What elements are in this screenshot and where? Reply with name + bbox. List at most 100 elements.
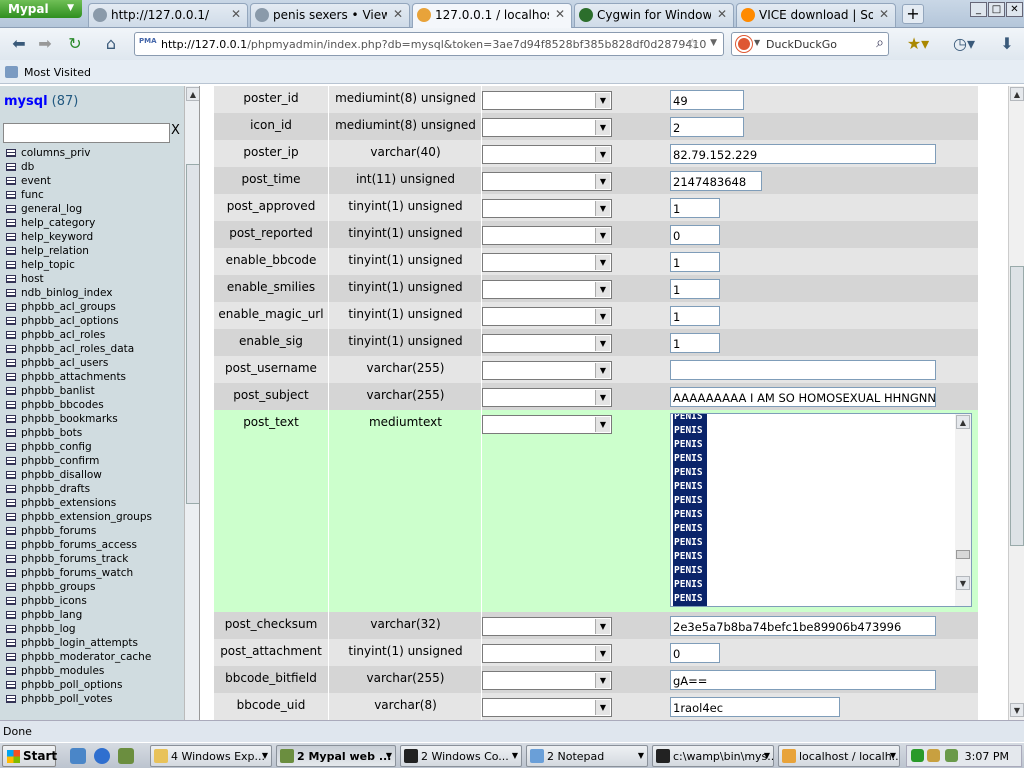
- table-icon[interactable]: [6, 401, 16, 409]
- table-filter-input[interactable]: [3, 123, 170, 143]
- textarea-scrollbar[interactable]: ▲ ▼: [955, 414, 971, 606]
- table-name[interactable]: phpbb_acl_roles_data: [21, 343, 134, 355]
- main-scroll-down-icon[interactable]: ▼: [1010, 703, 1024, 717]
- table-name[interactable]: phpbb_acl_roles: [21, 329, 105, 341]
- table-icon[interactable]: [6, 387, 16, 395]
- table-name[interactable]: phpbb_log: [21, 623, 76, 635]
- table-name[interactable]: phpbb_bots: [21, 427, 82, 439]
- table-list-item[interactable]: phpbb_moderator_cache: [6, 650, 184, 664]
- table-name[interactable]: phpbb_forums_watch: [21, 567, 133, 579]
- sidebar-scrollbar[interactable]: ▲: [184, 86, 199, 720]
- app-menu-button[interactable]: Mypal ▼: [0, 0, 82, 18]
- url-bar[interactable]: PMA http://127.0.0.1/phpmyadmin/index.ph…: [134, 32, 724, 56]
- taskbar-button[interactable]: 2 Mypal web ... ▼: [276, 745, 396, 767]
- function-select[interactable]: [482, 671, 612, 690]
- function-select[interactable]: [482, 698, 612, 717]
- tab-2[interactable]: penis sexers • View to... ✕: [250, 3, 410, 27]
- function-select[interactable]: [482, 361, 612, 380]
- explorer-quicklaunch-icon[interactable]: [70, 748, 86, 764]
- table-name[interactable]: phpbb_extensions: [21, 497, 116, 509]
- table-list-item[interactable]: phpbb_acl_groups: [6, 300, 184, 314]
- minimize-button[interactable]: _: [970, 2, 987, 17]
- function-select[interactable]: [482, 644, 612, 663]
- table-icon[interactable]: [6, 681, 16, 689]
- value-input[interactable]: 0: [670, 643, 720, 663]
- table-icon[interactable]: [6, 247, 16, 255]
- table-icon[interactable]: [6, 667, 16, 675]
- taskbar-button[interactable]: localhost / localh... ▼: [778, 745, 900, 767]
- taskbar-button[interactable]: 4 Windows Exp... ▼: [150, 745, 272, 767]
- table-list-item[interactable]: phpbb_log: [6, 622, 184, 636]
- table-name[interactable]: help_topic: [21, 259, 75, 271]
- table-name[interactable]: ndb_binlog_index: [21, 287, 112, 299]
- table-icon[interactable]: [6, 457, 16, 465]
- table-icon[interactable]: [6, 653, 16, 661]
- bookmarks-menu-button[interactable]: ★▾: [900, 32, 936, 56]
- reload-button[interactable]: ↻: [62, 32, 88, 56]
- value-input[interactable]: 1: [670, 252, 720, 272]
- table-list-item[interactable]: phpbb_forums_track: [6, 552, 184, 566]
- table-icon[interactable]: [6, 177, 16, 185]
- table-list-item[interactable]: phpbb_bots: [6, 426, 184, 440]
- table-icon[interactable]: [6, 541, 16, 549]
- table-list-item[interactable]: phpbb_extensions: [6, 496, 184, 510]
- most-visited-bookmark[interactable]: Most Visited: [24, 66, 91, 79]
- table-icon[interactable]: [6, 527, 16, 535]
- table-icon[interactable]: [6, 373, 16, 381]
- table-list-item[interactable]: general_log: [6, 202, 184, 216]
- function-select[interactable]: [482, 388, 612, 407]
- table-list-item[interactable]: phpbb_drafts: [6, 482, 184, 496]
- table-icon[interactable]: [6, 359, 16, 367]
- table-name[interactable]: phpbb_forums: [21, 525, 96, 537]
- clear-filter-button[interactable]: X: [171, 123, 180, 138]
- textarea-scroll-down-icon[interactable]: ▼: [956, 576, 970, 590]
- home-button[interactable]: ⌂: [98, 32, 124, 56]
- table-icon[interactable]: [6, 443, 16, 451]
- table-name[interactable]: phpbb_moderator_cache: [21, 651, 151, 663]
- history-button[interactable]: ◷▾: [946, 32, 982, 56]
- table-icon[interactable]: [6, 149, 16, 157]
- table-name[interactable]: func: [21, 189, 44, 201]
- table-list-item[interactable]: phpbb_forums: [6, 524, 184, 538]
- table-list-item[interactable]: phpbb_config: [6, 440, 184, 454]
- table-list-item[interactable]: help_topic: [6, 258, 184, 272]
- table-icon[interactable]: [6, 513, 16, 521]
- table-list-item[interactable]: ndb_binlog_index: [6, 286, 184, 300]
- main-scroll-up-icon[interactable]: ▲: [1010, 87, 1024, 101]
- table-icon[interactable]: [6, 261, 16, 269]
- function-select[interactable]: [482, 199, 612, 218]
- value-input[interactable]: 2147483648: [670, 171, 762, 191]
- tab-3[interactable]: 127.0.0.1 / localhost /... ✕: [412, 3, 572, 28]
- table-name[interactable]: general_log: [21, 203, 82, 215]
- table-list-item[interactable]: columns_priv: [6, 146, 184, 160]
- wamp-tray-icon[interactable]: [911, 749, 924, 762]
- clock[interactable]: 3:07 PM: [965, 750, 1009, 763]
- value-input[interactable]: 1: [670, 306, 720, 326]
- back-button[interactable]: ⬅: [6, 32, 32, 56]
- function-select[interactable]: [482, 334, 612, 353]
- table-name[interactable]: help_category: [21, 217, 95, 229]
- table-icon[interactable]: [6, 429, 16, 437]
- table-name[interactable]: phpbb_forums_track: [21, 553, 128, 565]
- table-icon[interactable]: [6, 583, 16, 591]
- table-list-item[interactable]: phpbb_modules: [6, 664, 184, 678]
- search-icon[interactable]: ⌕: [876, 35, 884, 51]
- table-list-item[interactable]: func: [6, 188, 184, 202]
- table-name[interactable]: help_relation: [21, 245, 89, 257]
- table-list-item[interactable]: phpbb_forums_access: [6, 538, 184, 552]
- value-input[interactable]: [670, 360, 936, 380]
- table-list-item[interactable]: phpbb_confirm: [6, 454, 184, 468]
- table-icon[interactable]: [6, 233, 16, 241]
- function-select[interactable]: [482, 118, 612, 137]
- close-window-button[interactable]: ✕: [1006, 2, 1023, 17]
- function-select[interactable]: [482, 617, 612, 636]
- tab-4[interactable]: Cygwin for Windows X... ✕: [574, 3, 734, 27]
- table-icon[interactable]: [6, 611, 16, 619]
- table-icon[interactable]: [6, 191, 16, 199]
- table-list-item[interactable]: phpbb_attachments: [6, 370, 184, 384]
- value-input[interactable]: 0: [670, 225, 720, 245]
- value-input[interactable]: 2: [670, 117, 744, 137]
- close-tab-icon[interactable]: ✕: [393, 7, 403, 21]
- table-name[interactable]: phpbb_groups: [21, 581, 96, 593]
- search-bar[interactable]: ▼ DuckDuckGo ⌕: [731, 32, 889, 56]
